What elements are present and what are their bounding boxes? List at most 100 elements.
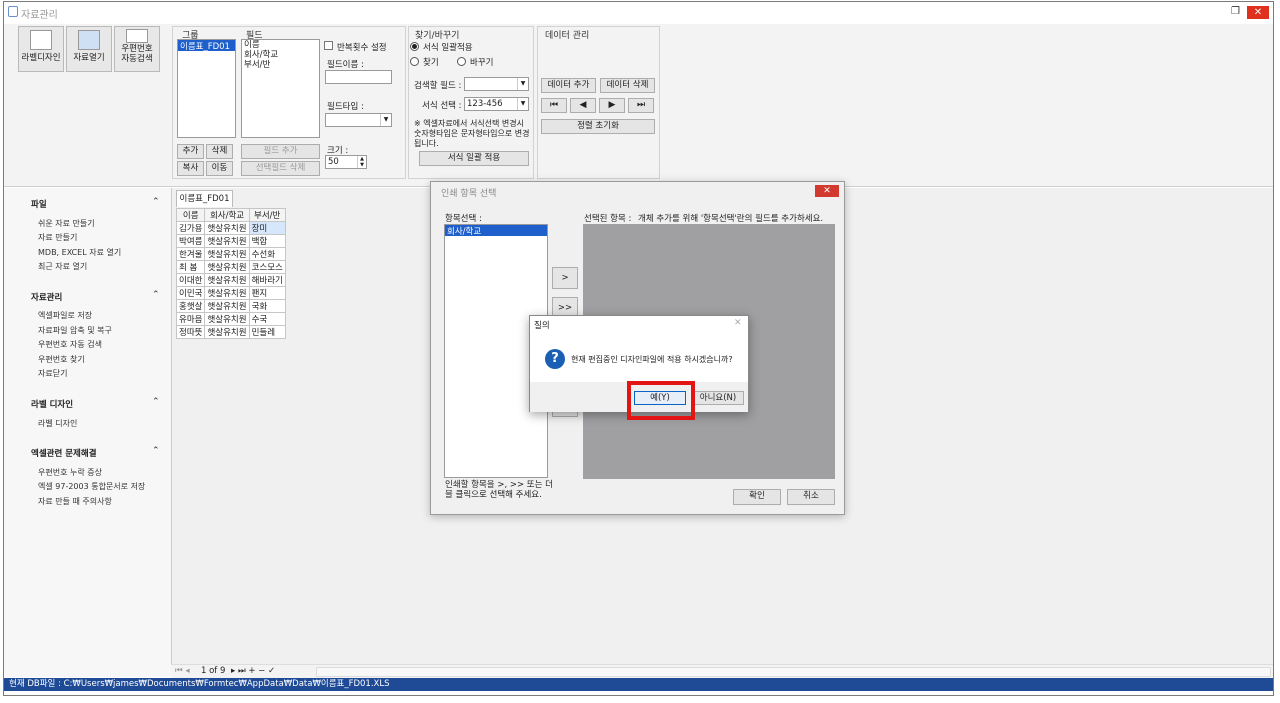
table-cell[interactable]: 국화 [248, 299, 286, 313]
sidebar-item[interactable]: 최근 자료 열기 [38, 261, 87, 272]
table-cell[interactable]: 최 봄 [175, 260, 206, 274]
table-cell[interactable]: 햇살유치원 [204, 325, 250, 339]
sidebar-item[interactable]: 자료닫기 [38, 368, 67, 379]
last-record-button[interactable]: ⏭ [628, 98, 654, 113]
group-list[interactable]: 이름표_FD01 [177, 39, 236, 138]
table-cell[interactable]: 수국 [248, 312, 286, 326]
search-field-select[interactable]: ▼ [464, 77, 529, 91]
prev-record-button[interactable]: ◀ [570, 98, 596, 113]
repeat-checkbox[interactable] [324, 41, 333, 50]
sidebar-section-label-design[interactable]: 라벨 디자인 [31, 398, 73, 410]
group-copy-button[interactable]: 복사 [177, 161, 204, 176]
sidebar-item[interactable]: 우편번호 찾기 [38, 354, 85, 365]
restore-icon[interactable]: ❐ [1231, 6, 1240, 17]
ok-button[interactable]: 확인 [733, 489, 781, 505]
table-cell[interactable]: 수선화 [248, 247, 286, 261]
nav-next-icons[interactable]: ▸ ⏭ + − ✓ [231, 666, 275, 676]
chevron-up-icon[interactable]: ⌃ [152, 446, 160, 456]
sidebar-item[interactable]: 자료 만들기 [38, 232, 77, 243]
next-record-button[interactable]: ▶ [599, 98, 625, 113]
field-list[interactable]: 이름 회사/학교 부서/반 [241, 39, 320, 138]
tab-data[interactable]: 이름표_FD01 [176, 190, 233, 207]
sidebar-item[interactable]: 엑셀 97-2003 통합문서로 저장 [38, 481, 145, 492]
sidebar-item[interactable]: 엑셀파일로 저장 [38, 310, 92, 321]
first-record-button[interactable]: ⏮ [541, 98, 567, 113]
table-cell[interactable]: 장미 [248, 221, 286, 235]
table-cell[interactable]: 민들레 [248, 325, 286, 339]
format-select[interactable]: 123-456 ▼ [464, 97, 529, 111]
format-label: 서식 선택 : [422, 101, 462, 111]
close-window-button[interactable]: ✕ [1247, 6, 1269, 19]
group-delete-button[interactable]: 삭제 [206, 144, 233, 159]
sidebar-item[interactable]: 라벨 디자인 [38, 418, 77, 429]
add-field-button[interactable]: 필드 추가 [241, 144, 320, 159]
sidebar-item[interactable]: 자료 만들 때 주의사항 [38, 496, 112, 507]
table-cell[interactable]: 햇살유치원 [204, 312, 250, 326]
close-icon[interactable]: ✕ [815, 185, 839, 197]
chevron-down-icon: ▼ [517, 78, 528, 90]
reset-sort-button[interactable]: 정렬 초기화 [541, 119, 655, 134]
table-cell[interactable]: 이민국 [175, 286, 206, 300]
radio-find[interactable] [410, 57, 419, 66]
table-cell[interactable]: 팬지 [248, 286, 286, 300]
field-list-item[interactable]: 부서/반 [244, 60, 319, 70]
sidebar-item[interactable]: 우편번호 누락 증상 [38, 467, 102, 478]
move-one-button[interactable]: > [552, 267, 578, 289]
field-list-item[interactable]: 회사/학교 [244, 50, 319, 60]
delete-data-button[interactable]: 데이터 삭제 [600, 78, 655, 93]
group-add-button[interactable]: 추가 [177, 144, 204, 159]
field-name-input[interactable] [325, 70, 392, 84]
size-stepper[interactable]: 50 ▲ ▼ [325, 155, 367, 169]
column-header[interactable]: 이름 [175, 208, 206, 222]
table-cell[interactable]: 이대한 [175, 273, 206, 287]
chevron-up-icon[interactable]: ⌃ [152, 290, 160, 300]
sidebar-section-data[interactable]: 자료관리 [31, 291, 62, 303]
field-type-select[interactable]: ▼ [325, 113, 392, 127]
sidebar-item[interactable]: 쉬운 자료 만들기 [38, 218, 95, 229]
table-cell[interactable]: 정따뜻 [175, 325, 206, 339]
add-data-button[interactable]: 데이터 추가 [541, 78, 596, 93]
group-list-item[interactable]: 이름표_FD01 [178, 40, 235, 52]
chevron-up-icon[interactable]: ⌃ [152, 397, 160, 407]
zip-search-button[interactable]: 우편번호 자동검색 [114, 26, 160, 72]
table-cell[interactable]: 김가용 [175, 221, 206, 235]
delete-selected-field-button[interactable]: 선택필드 삭제 [241, 161, 320, 176]
close-icon[interactable]: ✕ [734, 318, 742, 328]
column-header[interactable]: 회사/학교 [204, 208, 250, 222]
radio-replace[interactable] [457, 57, 466, 66]
apply-format-button[interactable]: 서식 일괄 적용 [419, 151, 529, 166]
table-cell[interactable]: 해바라기 [248, 273, 286, 287]
label-design-button[interactable]: 라벨디자인 [18, 26, 64, 72]
table-cell[interactable]: 햇살유치원 [204, 234, 250, 248]
table-cell[interactable]: 홍햇살 [175, 299, 206, 313]
radio-apply[interactable] [410, 42, 419, 51]
table-cell[interactable]: 햇살유치원 [204, 299, 250, 313]
open-data-button[interactable]: 자료열기 [66, 26, 112, 72]
sidebar-item[interactable]: 우편번호 자동 검색 [38, 339, 102, 350]
table-cell[interactable]: 박여름 [175, 234, 206, 248]
data-table[interactable]: 이름 회사/학교 부서/반 김가용 햇살유치원 장미 박여름 햇살유치원 백합 한겨울 햇… [175, 208, 286, 339]
nav-first-icon[interactable]: ⏮ ◂ [175, 666, 190, 676]
table-cell[interactable]: 햇살유치원 [204, 260, 250, 274]
table-cell[interactable]: 한겨울 [175, 247, 206, 261]
group-move-button[interactable]: 이동 [206, 161, 233, 176]
horizontal-scrollbar[interactable] [316, 667, 1271, 677]
chevron-up-icon[interactable]: ⌃ [152, 197, 160, 207]
field-list-item[interactable]: 이름 [244, 40, 319, 50]
table-cell[interactable]: 햇살유치원 [204, 273, 250, 287]
items-list-item[interactable]: 회사/학교 [445, 225, 547, 237]
sidebar-section-excel[interactable]: 엑셀관련 문제해결 [31, 447, 97, 459]
sidebar-item[interactable]: 자료파일 압축 및 복구 [38, 325, 112, 336]
cancel-button[interactable]: 취소 [787, 489, 835, 505]
no-button[interactable]: 아니요(N) [692, 391, 744, 405]
spin-icon[interactable]: ▲ ▼ [357, 156, 366, 168]
table-cell[interactable]: 햇살유치원 [204, 247, 250, 261]
table-cell[interactable]: 백합 [248, 234, 286, 248]
table-cell[interactable]: 햇살유치원 [204, 286, 250, 300]
sidebar-section-file[interactable]: 파일 [31, 198, 47, 210]
table-cell[interactable]: 코스모스 [248, 260, 286, 274]
table-cell[interactable]: 유마음 [175, 312, 206, 326]
sidebar-item[interactable]: MDB, EXCEL 자료 열기 [38, 247, 121, 258]
table-cell[interactable]: 햇살유치원 [204, 221, 250, 235]
column-header[interactable]: 부서/반 [248, 208, 286, 222]
